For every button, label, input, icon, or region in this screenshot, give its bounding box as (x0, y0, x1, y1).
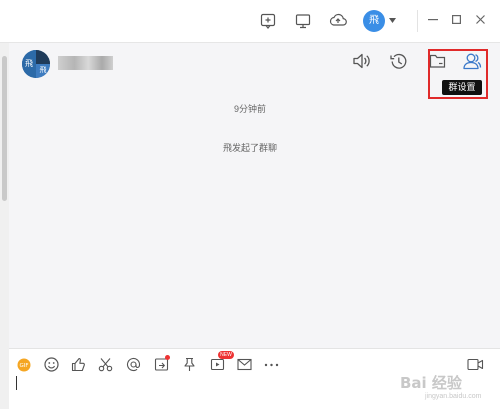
text-cursor (16, 376, 17, 390)
svg-text:GIF: GIF (19, 363, 28, 369)
system-message: 飛发起了群聊 (222, 143, 277, 153)
close-icon[interactable] (476, 15, 485, 24)
history-icon[interactable] (389, 52, 408, 71)
video-play-icon[interactable] (210, 357, 225, 372)
group-avatar-part (36, 50, 50, 64)
scissors-icon[interactable] (98, 357, 113, 372)
screen-share-icon[interactable] (295, 13, 311, 29)
chat-message-area (9, 43, 500, 348)
at-mention-icon[interactable] (126, 357, 141, 372)
new-badge: NEW (218, 351, 234, 359)
add-note-icon[interactable] (260, 13, 276, 29)
mail-icon[interactable] (237, 358, 252, 371)
speaker-icon[interactable] (352, 52, 372, 70)
chevron-down-icon[interactable] (389, 18, 396, 23)
group-settings-tooltip: 群设置 (442, 80, 482, 95)
minimize-icon[interactable] (428, 19, 438, 21)
more-icon[interactable] (264, 363, 279, 367)
notification-dot (165, 355, 170, 360)
video-call-icon[interactable] (467, 358, 484, 371)
group-avatar[interactable]: 飛 飛 (22, 50, 50, 78)
pin-icon[interactable] (182, 357, 197, 372)
thumbs-up-icon[interactable] (71, 357, 86, 372)
group-avatar-part: 飛 (22, 50, 36, 78)
maximize-icon[interactable] (452, 15, 461, 24)
top-bar (0, 0, 500, 42)
user-avatar[interactable]: 飛 (363, 10, 385, 32)
emoji-icon[interactable] (44, 357, 59, 372)
cloud-upload-icon[interactable] (329, 12, 347, 28)
group-avatar-part: 飛 (36, 64, 50, 78)
scrollbar-thumb[interactable] (2, 56, 7, 201)
group-name[interactable] (58, 56, 113, 70)
message-timestamp: 9分钟前 (233, 104, 266, 114)
watermark: Bai 经验 (400, 374, 462, 392)
emoji-gif-icon[interactable]: GIF (17, 358, 31, 372)
top-bar-separator (417, 10, 418, 32)
watermark-sub: jingyan.baidu.com (425, 393, 482, 400)
